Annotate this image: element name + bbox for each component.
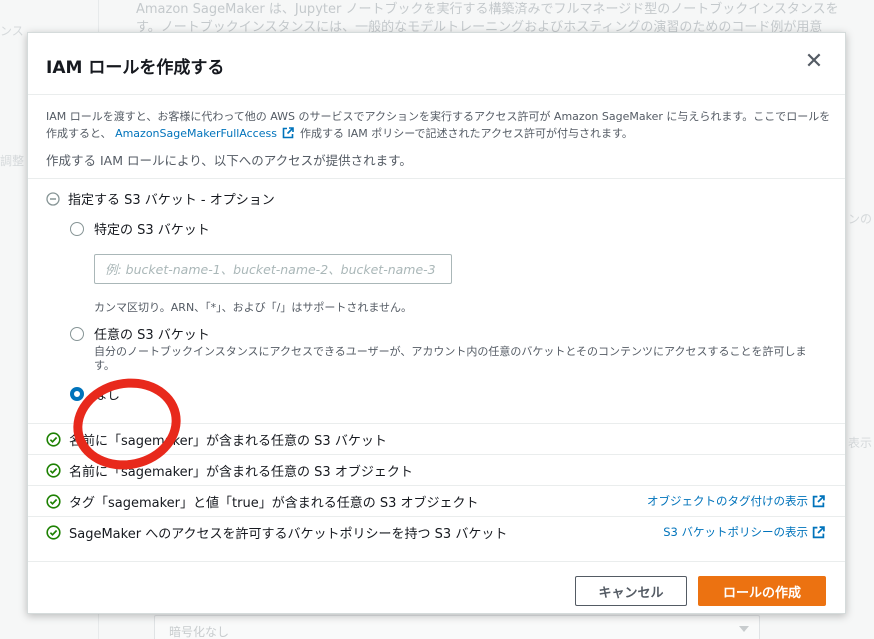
- caret-down-icon: [739, 626, 749, 632]
- background-side-label: ンの: [848, 212, 873, 226]
- background-side-label: 調整: [0, 154, 25, 168]
- link-text[interactable]: オブジェクトのタグ付けの表示: [647, 493, 808, 509]
- permission-row: 名前に「sagemaker」が含まれる任意の S3 オブジェクト: [28, 454, 845, 485]
- check-circle-icon: [46, 462, 61, 478]
- bucket-names-hint: カンマ区切り。ARN、「*」、および「/」はサポートされません。: [94, 301, 413, 314]
- cancel-button[interactable]: キャンセル: [575, 576, 687, 606]
- permission-label: 名前に「sagemaker」が含まれる任意の S3 オブジェクト: [69, 464, 413, 480]
- create-role-button[interactable]: ロールの作成: [698, 576, 826, 606]
- check-circle-icon: [46, 493, 61, 509]
- full-access-policy-link[interactable]: AmazonSageMakerFullAccess: [115, 127, 277, 140]
- view-object-tagging-link[interactable]: オブジェクトのタグ付けの表示: [647, 493, 825, 509]
- modal-header: IAM ロールを作成する ✕: [28, 33, 845, 95]
- any-bucket-description: 自分のノートブックインスタンスにアクセスできるユーザーが、アカウント内の任意のバ…: [94, 345, 807, 372]
- radio-button[interactable]: [70, 221, 84, 236]
- background-side-label: 表示: [848, 436, 873, 450]
- description-text: 作成する IAM ポリシーで記述されたアクセス許可が付与されます。: [299, 127, 633, 140]
- background-side-label: ンス: [0, 24, 24, 38]
- radio-button-selected[interactable]: [70, 386, 84, 401]
- check-circle-icon: [46, 524, 61, 540]
- s3-bucket-section-toggle[interactable]: 指定する S3 バケット - オプション: [46, 189, 275, 208]
- modal-title: IAM ロールを作成する: [46, 58, 225, 78]
- permission-row: SageMaker へのアクセスを許可するバケットポリシーを持つ S3 バケット…: [28, 516, 845, 547]
- modal-description: IAM ロールを渡すと、お客様に代わって他の AWS のサービスでアクションを実…: [46, 108, 832, 142]
- permission-label: 名前に「sagemaker」が含まれる任意の S3 バケット: [69, 433, 387, 449]
- link-text[interactable]: S3 バケットポリシーの表示: [663, 524, 808, 540]
- access-intro: 作成する IAM ロールにより、以下へのアクセスが提供されます。: [46, 153, 412, 168]
- radio-label: 任意の S3 バケット: [94, 328, 210, 343]
- permission-label: タグ「sagemaker」と値「true」が含まれる任意の S3 オブジェクト: [69, 495, 479, 511]
- close-icon[interactable]: ✕: [803, 51, 825, 73]
- create-iam-role-modal: IAM ロールを作成する ✕ IAM ロールを渡すと、お客様に代わって他の AW…: [27, 32, 846, 614]
- modal-footer: キャンセル ロールの作成: [28, 561, 845, 615]
- check-circle-icon: [46, 431, 61, 447]
- divider: [28, 178, 845, 179]
- radio-button[interactable]: [70, 326, 84, 341]
- background-intro-line-1: Amazon SageMaker は、Jupyter ノートブックを実行する構築…: [136, 2, 839, 17]
- external-link-icon[interactable]: [282, 127, 295, 139]
- s3-bucket-section-heading: 指定する S3 バケット - オプション: [68, 193, 275, 208]
- encryption-select[interactable]: 暗号化なし: [154, 615, 760, 639]
- radio-any-bucket[interactable]: 任意の S3 バケット: [70, 324, 210, 343]
- external-link-icon[interactable]: [812, 494, 825, 508]
- external-link-icon[interactable]: [812, 525, 825, 539]
- view-bucket-policy-link[interactable]: S3 バケットポリシーの表示: [663, 524, 825, 540]
- radio-label: 特定の S3 バケット: [94, 223, 210, 238]
- permission-row: タグ「sagemaker」と値「true」が含まれる任意の S3 オブジェクト …: [28, 485, 845, 516]
- radio-label: なし: [94, 388, 121, 403]
- bucket-names-input[interactable]: [94, 254, 452, 284]
- collapse-icon: [46, 191, 60, 206]
- permission-label: SageMaker へのアクセスを許可するバケットポリシーを持つ S3 バケット: [69, 526, 508, 542]
- permission-row: 名前に「sagemaker」が含まれる任意の S3 バケット: [28, 423, 845, 454]
- radio-specific-bucket[interactable]: 特定の S3 バケット: [70, 219, 210, 238]
- radio-none[interactable]: なし: [70, 384, 120, 403]
- encryption-select-value: 暗号化なし: [169, 625, 230, 639]
